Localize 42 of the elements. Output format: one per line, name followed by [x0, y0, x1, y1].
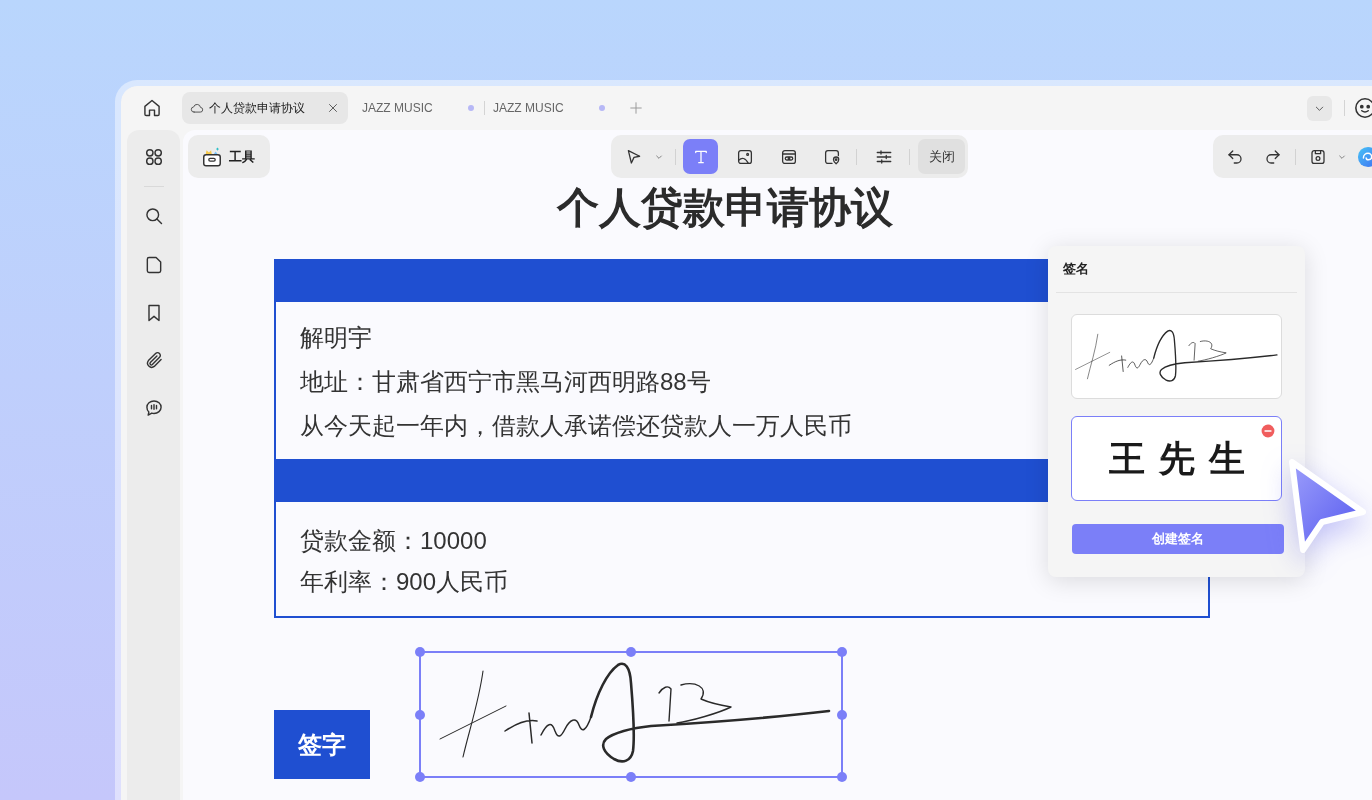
search-icon[interactable]	[143, 206, 164, 226]
panel-title: 签名	[1063, 260, 1089, 278]
home-icon[interactable]	[142, 98, 162, 118]
resize-handle[interactable]	[837, 709, 847, 720]
tools-button[interactable]: 工具	[188, 135, 270, 178]
pointer-icon	[625, 147, 643, 166]
resize-handle[interactable]	[837, 647, 847, 657]
browser-link-icon	[779, 147, 798, 166]
signature-card[interactable]: 王先生	[1071, 416, 1282, 501]
smiley-icon[interactable]	[1354, 97, 1372, 119]
sign-button[interactable]: 签字	[274, 710, 370, 779]
close-tool-button[interactable]: 关闭	[918, 139, 965, 174]
tab[interactable]: JAZZ MUSIC	[354, 92, 484, 124]
caret-icon	[655, 152, 663, 161]
toolbox-icon	[201, 145, 223, 168]
form-text: 从今天起一年内，借款人承诺偿还贷款人一万人民币	[300, 411, 852, 441]
resize-handle[interactable]	[415, 709, 425, 720]
close-icon[interactable]	[327, 102, 339, 114]
signature-text: 王先生	[1107, 436, 1259, 481]
caret-icon	[1338, 152, 1346, 161]
apps-grid-icon[interactable]	[143, 147, 164, 167]
resize-handle[interactable]	[415, 772, 425, 782]
document-title: 个人贷款申请协议	[557, 183, 893, 233]
redo-icon	[1264, 147, 1282, 166]
remove-icon[interactable]	[1261, 424, 1275, 438]
resize-handle[interactable]	[626, 647, 636, 657]
page-pin-icon	[822, 147, 841, 166]
resize-handle[interactable]	[415, 647, 425, 657]
image-icon	[735, 147, 754, 166]
comment-icon[interactable]	[143, 398, 164, 418]
swirl-icon[interactable]	[1357, 145, 1372, 168]
form-text: 地址：甘肃省西宁市黑马河西明路88号	[300, 367, 711, 397]
form-text: 贷款金额：10000	[300, 526, 487, 556]
signature-card[interactable]	[1071, 314, 1282, 399]
save-icon	[1309, 147, 1327, 166]
resize-handle[interactable]	[837, 772, 847, 782]
undo-icon	[1226, 147, 1244, 166]
tab[interactable]: 个人贷款申请协议	[182, 92, 348, 124]
resize-handle[interactable]	[626, 772, 636, 782]
tab[interactable]: JAZZ MUSIC	[485, 92, 615, 124]
form-text: 年利率：900人民币	[300, 567, 509, 597]
form-text: 解明宇	[300, 323, 372, 353]
